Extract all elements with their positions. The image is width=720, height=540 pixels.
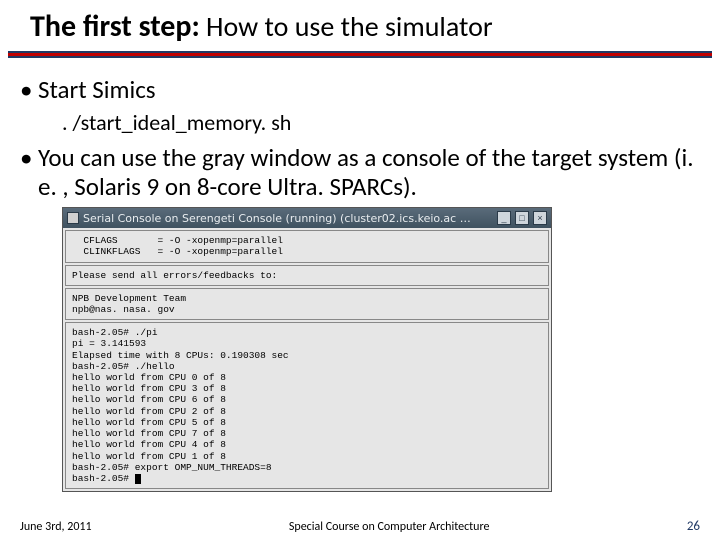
footer-course-name: Special Course on Computer Architecture — [92, 520, 687, 534]
title-rest: How to use the simulator — [200, 9, 493, 44]
terminal-window: Serial Console on Serengeti Console (run… — [62, 207, 552, 492]
title-bold: The first step: — [30, 8, 200, 45]
minimize-button[interactable]: _ — [497, 211, 511, 225]
footer-page-number: 26 — [687, 519, 700, 534]
slide-footer: June 3rd, 2011 Special Course on Compute… — [0, 519, 720, 534]
bullet-console-desc: You can use the gray window as a console… — [20, 144, 700, 202]
terminal-block-team: NPB Development Team npb@nas. nasa. gov — [65, 288, 549, 320]
terminal-block-output: bash-2.05# ./pi pi = 3.141593 Elapsed ti… — [65, 322, 549, 489]
footer-date: June 3rd, 2011 — [20, 520, 92, 534]
slide-title: The first step: How to use the simulator — [0, 0, 720, 51]
terminal-block-flags: CFLAGS = -O -xopenmp=parallel CLINKFLAGS… — [65, 230, 549, 262]
terminal-output-text: bash-2.05# ./pi pi = 3.141593 Elapsed ti… — [72, 327, 289, 484]
terminal-block-errors: Please send all errors/feedbacks to: — [65, 265, 549, 286]
terminal-title-text: Serial Console on Serengeti Console (run… — [83, 212, 493, 225]
content-area: Start Simics . /start_ideal_memory. sh Y… — [0, 58, 720, 492]
bullet-start-simics: Start Simics — [20, 76, 700, 105]
close-button[interactable]: × — [533, 211, 547, 225]
terminal-body: CFLAGS = -O -xopenmp=parallel CLINKFLAGS… — [63, 228, 551, 491]
command-line: . /start_ideal_memory. sh — [62, 109, 700, 136]
window-icon — [67, 212, 79, 224]
title-rule — [8, 51, 712, 58]
maximize-button[interactable]: □ — [515, 211, 529, 225]
terminal-cursor — [135, 474, 141, 484]
terminal-titlebar: Serial Console on Serengeti Console (run… — [63, 208, 551, 228]
